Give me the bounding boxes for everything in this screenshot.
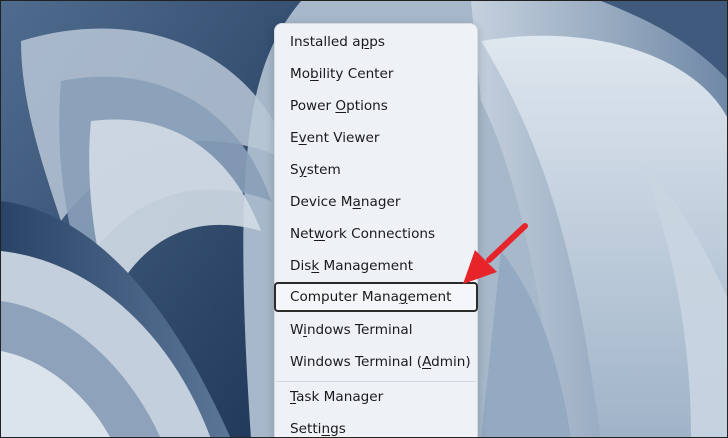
menu-item-event-viewer[interactable]: Event Viewer bbox=[276, 123, 476, 153]
menu-item-device-manager[interactable]: Device Manager bbox=[276, 187, 476, 217]
menu-item-power-options[interactable]: Power Options bbox=[276, 91, 476, 121]
menu-item-windows-terminal[interactable]: Windows Terminal bbox=[276, 315, 476, 345]
menu-item-network-connections[interactable]: Network Connections bbox=[276, 219, 476, 249]
menu-item-task-manager[interactable]: Task Manager bbox=[276, 382, 476, 412]
menu-item-computer-management[interactable]: Computer Management bbox=[274, 282, 478, 312]
menu-item-windows-terminal-admin[interactable]: Windows Terminal (Admin) bbox=[276, 347, 476, 377]
power-user-context-menu: Installed apps Mobility Center Power Opt… bbox=[274, 23, 478, 437]
menu-item-installed-apps[interactable]: Installed apps bbox=[276, 27, 476, 57]
menu-item-settings[interactable]: Settings bbox=[276, 414, 476, 437]
menu-item-system[interactable]: System bbox=[276, 155, 476, 185]
screenshot-stage: Installed apps Mobility Center Power Opt… bbox=[0, 0, 728, 438]
menu-item-mobility-center[interactable]: Mobility Center bbox=[276, 59, 476, 89]
menu-item-disk-management[interactable]: Disk Management bbox=[276, 251, 476, 281]
